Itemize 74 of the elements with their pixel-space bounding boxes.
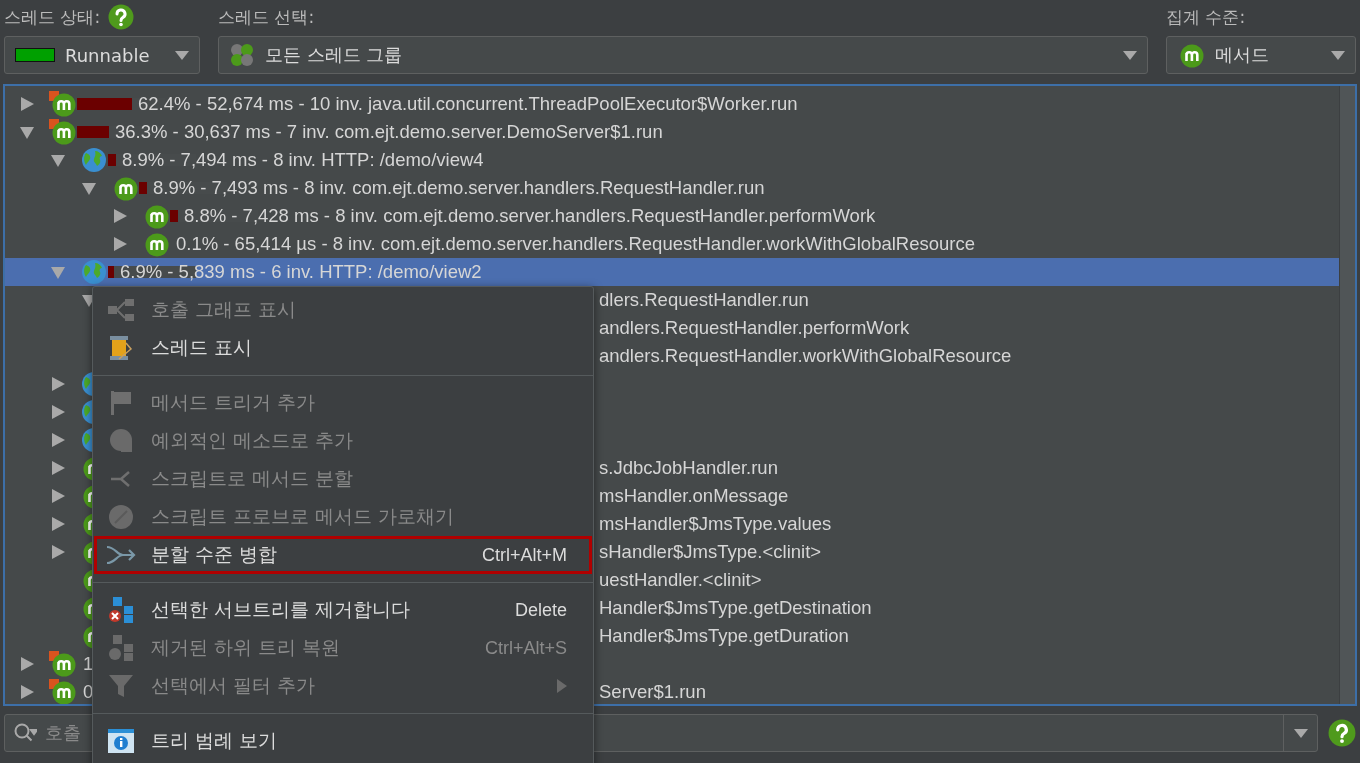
expand-arrow-icon[interactable] — [19, 656, 35, 672]
thread-group-icon — [229, 42, 255, 68]
search-icon — [13, 722, 37, 744]
node-label: msHandler.onMessage — [599, 485, 789, 506]
node-label: 0.1% - 65,414 µs - 8 inv. com.ejt.demo.server.handlers.RequestHandler.workWithGlobalResource — [176, 233, 975, 255]
node-label: 1 — [83, 653, 94, 675]
expand-arrow-icon[interactable] — [50, 404, 66, 420]
expand-arrow-icon[interactable] — [50, 460, 66, 476]
merge-icon — [105, 544, 137, 566]
expand-arrow-icon[interactable] — [19, 684, 35, 700]
probe-icon — [107, 503, 135, 531]
node-label: Handler$JmsType.getDuration — [599, 625, 849, 646]
collapse-arrow-icon[interactable] — [50, 152, 66, 168]
node-label: andlers.RequestHandler.performWork — [599, 317, 910, 338]
help-icon[interactable] — [1328, 719, 1356, 747]
globe-icon — [80, 259, 108, 285]
globe-icon — [80, 147, 108, 173]
caret-icon — [1123, 50, 1137, 60]
node-label: 8.9% - 7,493 ms - 8 inv. com.ejt.demo.server.handlers.RequestHandler.run — [153, 177, 765, 199]
help-icon[interactable] — [108, 4, 135, 30]
shortcut-text: Ctrl+Alt+M — [481, 544, 567, 566]
field-label: 집계 수준: — [1166, 5, 1246, 29]
node-label: 36.3% - 30,637 ms - 7 inv. com.ejt.demo.server.DemoServer$1.run — [115, 121, 663, 143]
node-label: andlers.RequestHandler.workWithGlobalResource — [599, 345, 1012, 366]
expand-arrow-icon[interactable] — [112, 208, 128, 224]
thread-selection-dropdown[interactable]: 모든 스레드 그룹 — [218, 36, 1148, 74]
menu-item[interactable]: 선택한 서브트리를 제거합니다 Delete — [94, 591, 592, 629]
aggregation-dropdown[interactable]: 메서드 — [1166, 36, 1356, 74]
collapse-arrow-icon[interactable] — [19, 124, 35, 140]
menu-item[interactable]: 분할 수준 병합 Ctrl+Alt+M — [94, 536, 592, 574]
node-label: uestHandler.<clinit> — [599, 569, 762, 590]
menu-item[interactable]: 스레드 표시 — [94, 329, 592, 367]
node-label: Handler$JmsType.getDestination — [599, 597, 872, 618]
expand-arrow-icon[interactable] — [50, 376, 66, 392]
node-label: 62.4% - 52,674 ms - 10 inv. java.util.concurrent.ThreadPoolExecutor$Worker.run — [138, 93, 798, 115]
collapse-arrow-icon[interactable] — [81, 180, 97, 196]
node-label: sHandler$JmsType.<clinit> — [599, 541, 822, 562]
field-label: 스레드 선택: — [218, 5, 315, 29]
field-label: 스레드 상태: — [4, 5, 101, 29]
spool-icon — [107, 335, 135, 361]
shortcut-text: Delete — [514, 599, 567, 621]
expand-arrow-icon[interactable] — [50, 516, 66, 532]
collapse-arrow-icon[interactable] — [50, 264, 66, 280]
tree-row[interactable]: 8.8% - 7,428 ms - 8 inv. com.ejt.demo.server.handlers.RequestHandler.performWork — [5, 202, 1339, 230]
node-label: Server$1.run — [599, 681, 706, 702]
tree-row[interactable]: 0.1% - 65,414 µs - 8 inv. com.ejt.demo.server.handlers.RequestHandler.workWithGlobalResource — [5, 230, 1339, 258]
method-exception-icon — [107, 427, 135, 455]
node-label: msHandler$JmsType.values — [599, 513, 832, 534]
tree-row[interactable]: 62.4% - 52,674 ms - 10 inv. java.util.concurrent.ThreadPoolExecutor$Worker.run — [5, 90, 1339, 118]
caret-icon — [175, 50, 189, 60]
node-label: 8.9% - 7,494 ms - 8 inv. HTTP: /demo/view4 — [122, 149, 484, 171]
info-window-icon — [107, 728, 135, 754]
scrollbar[interactable] — [1339, 86, 1355, 704]
graph-icon — [107, 298, 135, 322]
thread-state-dropdown[interactable]: Runnable — [4, 36, 200, 74]
caret-icon — [1331, 50, 1345, 60]
node-label: dlers.RequestHandler.run — [599, 289, 809, 310]
expand-arrow-icon[interactable] — [50, 544, 66, 560]
node-label: 8.8% - 7,428 ms - 8 inv. com.ejt.demo.server.handlers.RequestHandler.performWork — [184, 205, 876, 227]
caret-icon — [1293, 728, 1308, 738]
expand-arrow-icon[interactable] — [112, 236, 128, 252]
node-label: 0 — [83, 681, 94, 703]
expand-arrow-icon[interactable] — [50, 488, 66, 504]
tree-row[interactable]: 8.9% - 7,493 ms - 8 inv. com.ejt.demo.server.handlers.RequestHandler.run — [5, 174, 1339, 202]
restore-subtree-icon — [107, 634, 135, 662]
tree-row[interactable]: 36.3% - 30,637 ms - 7 inv. com.ejt.demo.server.DemoServer$1.run — [5, 118, 1339, 146]
remove-subtree-icon — [107, 596, 135, 624]
node-label: s.JdbcJobHandler.run — [599, 457, 778, 478]
expand-arrow-icon[interactable] — [19, 96, 35, 112]
expand-arrow-icon[interactable] — [50, 432, 66, 448]
tree-row[interactable]: 8.9% - 7,494 ms - 8 inv. HTTP: /demo/view4 — [5, 146, 1339, 174]
shortcut-text: Ctrl+Alt+S — [484, 637, 567, 659]
submenu-arrow-icon — [557, 679, 567, 693]
funnel-icon — [107, 672, 135, 700]
